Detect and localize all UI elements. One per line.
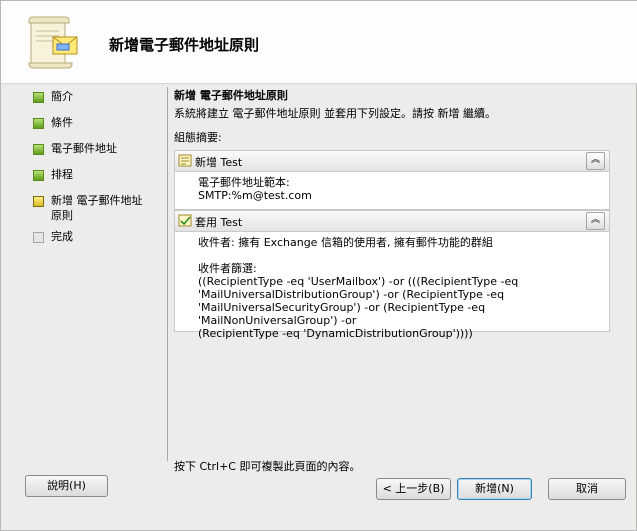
apply-item-icon [178, 214, 192, 227]
step-label: 條件 [51, 116, 73, 129]
panel-line: 'MailUniversalSecurityGroup') -or (Recip… [198, 301, 486, 327]
step-label: 電子郵件地址 [51, 142, 117, 155]
collapse-button[interactable]: ︽ [586, 152, 605, 170]
step-done-icon [33, 118, 44, 129]
step-label: 排程 [51, 168, 73, 181]
help-button[interactable]: 說明(H) [25, 475, 108, 497]
panel-title: 套用 Test [195, 216, 243, 229]
content-area: 新增 電子郵件地址原則 系統將建立 電子郵件地址原則 並套用下列設定。請按 新增… [174, 85, 610, 340]
chevron-double-up-icon: ︽ [590, 215, 600, 225]
cancel-button[interactable]: 取消 [548, 478, 626, 500]
panel-line: ((RecipientType -eq 'UserMailbox') -or (… [198, 275, 519, 288]
back-button[interactable]: < 上一步(B) [376, 478, 451, 500]
wizard-header: 新增電子郵件地址原則 [1, 1, 637, 84]
new-item-icon [178, 154, 192, 167]
step-email-address: 電子郵件地址 [29, 141, 164, 167]
panel-line: 收件者篩選: [198, 262, 257, 275]
collapse-button[interactable]: ︽ [586, 212, 605, 230]
panel-title: 新增 Test [195, 156, 243, 169]
wizard-window: 新增電子郵件地址原則 簡介 條件 電子郵件地址 排程 新增 電子郵件地址原則 完… [0, 0, 637, 531]
step-complete: 完成 [29, 229, 164, 255]
summary-label: 組態摘要: [174, 131, 222, 144]
scroll-envelope-icon [28, 16, 78, 69]
panel-line: SMTP:%m@test.com [198, 189, 312, 202]
step-current-icon [33, 196, 44, 207]
page-title: 新增電子郵件地址原則 [109, 36, 260, 54]
copy-note: 按下 Ctrl+C 即可複製此頁面的內容。 [174, 460, 361, 473]
panel-body: 電子郵件地址範本: SMTP:%m@test.com [175, 172, 609, 206]
step-label: 完成 [51, 230, 73, 243]
chevron-double-up-icon: ︽ [590, 155, 600, 165]
step-label: 簡介 [51, 90, 73, 103]
step-conditions: 條件 [29, 115, 164, 141]
step-done-icon [33, 170, 44, 181]
divider [167, 87, 168, 461]
step-intro: 簡介 [29, 89, 164, 115]
content-description: 系統將建立 電子郵件地址原則 並套用下列設定。請按 新增 繼續。 [174, 107, 496, 120]
step-done-icon [33, 144, 44, 155]
panel-new-test: 新增 Test ︽ 電子郵件地址範本: SMTP:%m@test.com [174, 150, 610, 210]
panel-line: 電子郵件地址範本: [198, 176, 290, 189]
panel-body: 收件者: 擁有 Exchange 信箱的使用者, 擁有郵件功能的群組 收件者篩選… [175, 232, 609, 344]
panel-line: 'MailUniversalDistributionGroup') -or (R… [198, 288, 505, 301]
step-label: 新增 電子郵件地址原則 [51, 194, 143, 222]
step-schedule: 排程 [29, 167, 164, 193]
panel-header: 套用 Test ︽ [175, 211, 609, 232]
wizard-steps: 簡介 條件 電子郵件地址 排程 新增 電子郵件地址原則 完成 [29, 89, 164, 255]
panel-apply-test: 套用 Test ︽ 收件者: 擁有 Exchange 信箱的使用者, 擁有郵件功… [174, 210, 610, 340]
panel-header: 新增 Test ︽ [175, 151, 609, 172]
panel-line: 收件者: 擁有 Exchange 信箱的使用者, 擁有郵件功能的群組 [198, 236, 493, 249]
panel-line [198, 249, 609, 262]
step-new-policy: 新增 電子郵件地址原則 [29, 193, 164, 229]
step-pending-icon [33, 232, 44, 243]
add-button[interactable]: 新增(N) [457, 478, 532, 500]
panel-line: (RecipientType -eq 'DynamicDistributionG… [198, 327, 473, 340]
step-done-icon [33, 92, 44, 103]
content-title: 新增 電子郵件地址原則 [174, 89, 288, 102]
